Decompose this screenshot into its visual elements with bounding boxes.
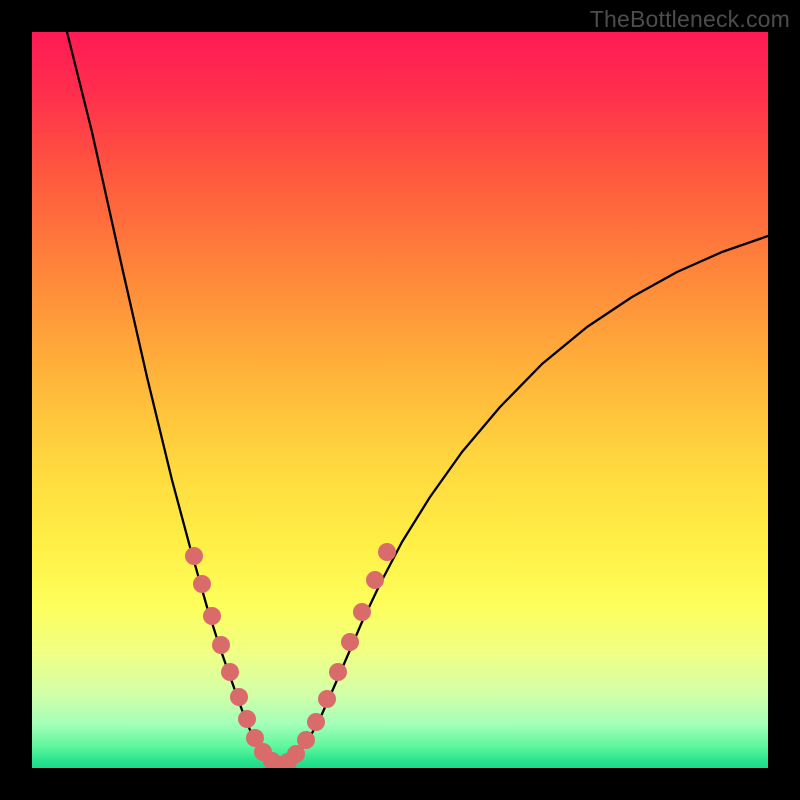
data-point: [329, 663, 347, 681]
data-point: [212, 636, 230, 654]
curve-right-branch: [280, 236, 768, 766]
watermark-text: TheBottleneck.com: [590, 6, 790, 33]
data-point: [318, 690, 336, 708]
data-point: [230, 688, 248, 706]
data-point: [297, 731, 315, 749]
chart-svg: [32, 32, 768, 768]
plot-area: [32, 32, 768, 768]
data-point: [221, 663, 239, 681]
scatter-dots: [185, 543, 396, 768]
chart-frame: TheBottleneck.com: [0, 0, 800, 800]
data-point: [238, 710, 256, 728]
data-point: [341, 633, 359, 651]
data-point: [203, 607, 221, 625]
data-point: [185, 547, 203, 565]
data-point: [366, 571, 384, 589]
curve-left-branch: [67, 32, 280, 766]
data-point: [307, 713, 325, 731]
data-point: [378, 543, 396, 561]
data-point: [193, 575, 211, 593]
data-point: [353, 603, 371, 621]
